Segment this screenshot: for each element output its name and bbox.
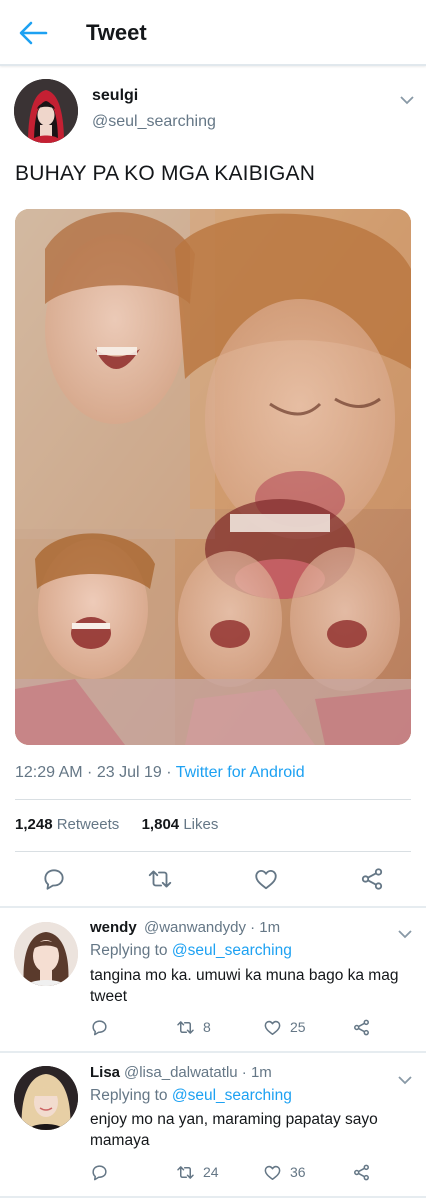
reply-icon[interactable] (90, 1017, 117, 1037)
like-label[interactable]: Likes (183, 816, 218, 833)
retweet-button[interactable]: 8 (176, 1017, 211, 1037)
retweet-count[interactable]: 1,248 (15, 816, 53, 833)
avatar[interactable] (14, 1066, 78, 1130)
replying-to-link[interactable]: @seul_searching (172, 942, 292, 959)
author-name[interactable]: seulgi (92, 87, 138, 105)
reply-icon[interactable] (90, 1162, 117, 1182)
retweet-count: 8 (203, 1019, 211, 1035)
tweet-source-link[interactable]: Twitter for Android (176, 764, 305, 781)
replying-to-prefix: Replying to (90, 942, 172, 959)
author-handle[interactable]: @seul_searching (92, 113, 216, 131)
top-bar: Tweet (0, 0, 426, 66)
avatar[interactable] (14, 922, 78, 986)
like-count: 36 (290, 1164, 306, 1180)
share-icon[interactable] (352, 1162, 379, 1182)
tweet-text: BUHAY PA KO MGA KAIBIGAN (15, 162, 316, 185)
retweet-icon[interactable] (147, 866, 173, 892)
tweet-image[interactable] (15, 209, 411, 745)
retweet-count: 24 (203, 1164, 219, 1180)
reply-author-handle[interactable]: @lisa_dalwatatlu · 1m (124, 1064, 272, 1081)
like-icon[interactable] (253, 866, 279, 892)
replying-to-link[interactable]: @seul_searching (172, 1087, 292, 1104)
like-count[interactable]: 1,804 (142, 816, 180, 833)
back-arrow-icon[interactable] (18, 20, 48, 46)
retweet-icon (177, 1165, 194, 1179)
reply-author-name[interactable]: Lisa (90, 1064, 120, 1081)
like-icon (264, 1165, 281, 1180)
share-icon[interactable] (352, 1017, 379, 1037)
reply-icon[interactable] (41, 866, 67, 892)
like-count: 25 (290, 1019, 306, 1035)
retweet-label[interactable]: Retweets (57, 816, 120, 833)
tweet-stats: 1,248 Retweets 1,804 Likes (15, 816, 218, 833)
retweet-button[interactable]: 24 (176, 1162, 219, 1182)
retweet-icon (177, 1020, 194, 1034)
reply-text: tangina mo ka. umuwi ka muna bago ka mag… (90, 967, 399, 1005)
reply-author-handle[interactable]: @wanwandydy · 1m (144, 919, 280, 936)
chevron-down-icon[interactable] (400, 92, 414, 105)
divider (15, 851, 411, 852)
divider (0, 1051, 426, 1053)
divider (0, 1196, 426, 1198)
chevron-down-icon[interactable] (398, 1072, 412, 1085)
replying-to: Replying to @seul_searching (90, 1087, 292, 1105)
share-icon[interactable] (359, 866, 385, 892)
chevron-down-icon[interactable] (398, 926, 412, 939)
tweet-meta: 12:29 AM · 23 Jul 19 · Twitter for Andro… (15, 764, 305, 782)
replying-to-prefix: Replying to (90, 1087, 172, 1104)
reply-text: enjoy mo na yan, maraming papatay sayo m… (90, 1111, 378, 1149)
like-button[interactable]: 25 (263, 1017, 306, 1037)
like-icon (264, 1020, 281, 1035)
replying-to: Replying to @seul_searching (90, 942, 292, 960)
divider (15, 799, 411, 800)
page-title: Tweet (86, 20, 147, 45)
tweet-timestamp: 12:29 AM · 23 Jul 19 · (15, 764, 176, 781)
like-button[interactable]: 36 (263, 1162, 306, 1182)
avatar[interactable] (14, 79, 78, 143)
divider (0, 906, 426, 908)
reply-author-name[interactable]: wendy (90, 919, 137, 936)
